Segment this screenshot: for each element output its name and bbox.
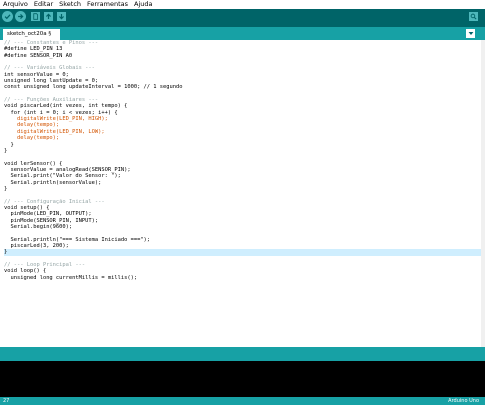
code-comment: // --- Configuração Inicial --- [4,198,105,205]
menu-bar: Arquivo Editar Sketch Ferramentas Ajuda [0,0,485,9]
code-area[interactable]: // --- Constantes e Pinos --- #define LED… [0,40,485,281]
line-number: 27 [3,398,10,404]
new-file-icon [33,13,39,20]
magnifier-icon [470,13,477,20]
tab-sketch[interactable]: sketch_oct20a § [3,29,60,40]
toolbar [0,9,485,27]
code-comment: // --- Constantes e Pinos --- [4,40,99,46]
code-editor[interactable]: // --- Constantes e Pinos --- #define LED… [0,40,485,347]
code-line: unsigned long currentMillis = millis(); [4,274,138,281]
editor-scrollbar[interactable] [481,40,485,347]
code-comment: // --- Funções Auxiliares --- [4,97,99,104]
new-button[interactable] [31,12,40,21]
menu-arquivo[interactable]: Arquivo [0,0,31,9]
menu-sketch[interactable]: Sketch [56,0,84,9]
console-output [0,361,485,397]
tab-menu-button[interactable] [466,29,475,38]
chevron-down-icon [468,32,473,35]
tab-bar: sketch_oct20a § [0,27,485,40]
serial-monitor-button[interactable] [469,12,478,21]
up-arrow-icon [45,13,52,19]
upload-button[interactable] [15,11,26,22]
verify-button[interactable] [2,11,13,22]
menu-ajuda[interactable]: Ajuda [131,0,155,9]
checkmark-icon [4,14,11,20]
save-button[interactable] [57,12,66,21]
status-strip [0,347,485,361]
menu-editar[interactable]: Editar [31,0,56,9]
board-name: Arduino Uno [448,398,479,404]
code-comment: // --- Variáveis Globais --- [4,65,95,72]
bottom-status-bar: 27 Arduino Uno [0,397,485,405]
right-arrow-icon [18,13,24,20]
menu-ferramentas[interactable]: Ferramentas [84,0,131,9]
down-arrow-icon [58,14,65,20]
open-button[interactable] [44,12,53,21]
code-comment: // --- Loop Principal --- [4,262,86,269]
